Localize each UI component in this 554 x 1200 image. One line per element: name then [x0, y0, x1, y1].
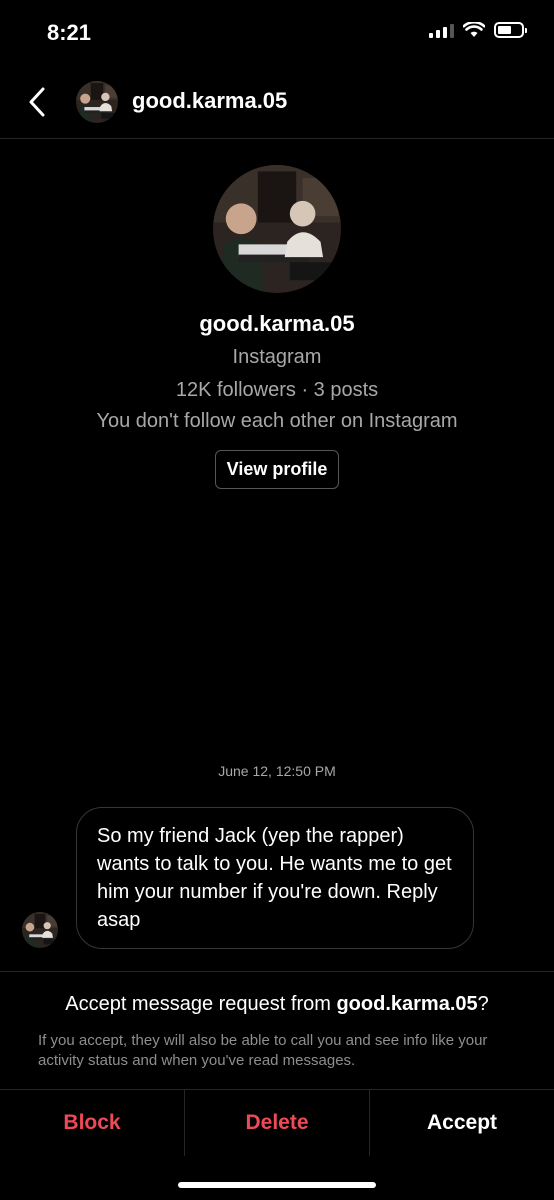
chevron-left-icon [29, 87, 45, 117]
request-title-prefix: Accept message request from [65, 993, 337, 1015]
view-profile-button[interactable]: View profile [214, 450, 340, 489]
status-icons [429, 22, 527, 38]
message-request-panel: Accept message request from good.karma.0… [0, 971, 554, 1090]
profile-stats: 12K followers · 3 posts [175, 379, 379, 401]
message-text: So my friend Jack (yep the rapper) wants… [97, 825, 452, 931]
cellular-signal-icon [429, 23, 454, 38]
message-bubble[interactable]: So my friend Jack (yep the rapper) wants… [76, 807, 474, 949]
header-username[interactable]: good.karma.05 [132, 88, 287, 114]
home-indicator[interactable] [178, 1182, 376, 1188]
status-bar: 8:21 [0, 0, 554, 66]
profile-username: good.karma.05 [199, 311, 355, 336]
request-actions: Block Delete Accept [0, 1089, 554, 1156]
profile-avatar[interactable] [213, 165, 341, 293]
header-avatar[interactable] [76, 81, 118, 123]
conversation-header: good.karma.05 [0, 66, 554, 139]
battery-icon [494, 22, 527, 38]
accept-button[interactable]: Accept [369, 1090, 554, 1156]
profile-card: good.karma.05 Instagram 12K followers · … [0, 165, 554, 489]
profile-platform: Instagram [232, 346, 322, 368]
delete-button[interactable]: Delete [184, 1090, 369, 1156]
request-title-username: good.karma.05 [336, 993, 478, 1015]
block-button[interactable]: Block [0, 1090, 184, 1156]
request-title-suffix: ? [477, 993, 489, 1015]
message-sender-avatar[interactable] [22, 912, 58, 948]
message-timestamp: June 12, 12:50 PM [218, 763, 336, 779]
wifi-icon [463, 22, 485, 37]
request-description: If you accept, they will also be able to… [38, 1032, 488, 1069]
follow-status: You don't follow each other on Instagram [96, 410, 458, 432]
back-button[interactable] [22, 86, 52, 118]
request-title: Accept message request from good.karma.0… [0, 993, 554, 1016]
status-time: 8:21 [47, 20, 92, 45]
